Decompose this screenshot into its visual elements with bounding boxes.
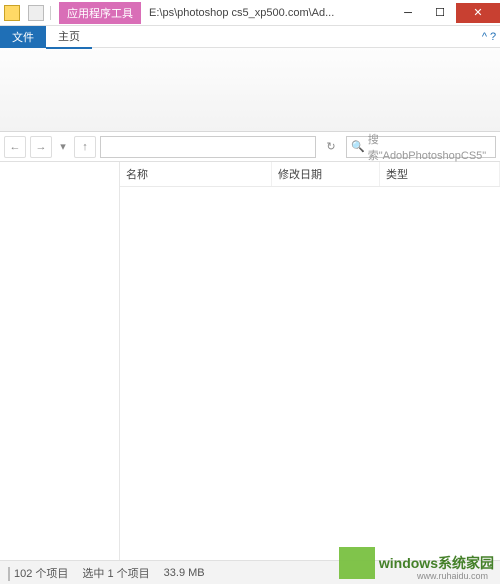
search-placeholder: 搜索"AdobPhotoshopCS5": [368, 131, 491, 163]
statusbar: 102 个项目 选中 1 个项目 33.9 MB: [0, 560, 500, 584]
app-icon: [28, 5, 44, 21]
item-count: 102 个项目: [8, 565, 68, 581]
search-icon: 🔍: [351, 140, 365, 153]
forward-button[interactable]: →: [30, 136, 52, 158]
file-tab[interactable]: 文件: [0, 26, 46, 48]
folder-icon: [4, 5, 20, 21]
col-type[interactable]: 类型: [380, 162, 500, 186]
help-button[interactable]: ^ ?: [478, 31, 500, 43]
back-button[interactable]: ←: [4, 136, 26, 158]
refresh-button[interactable]: ↻: [320, 136, 342, 158]
context-tab: 应用程序工具: [59, 2, 141, 24]
titlebar: 应用程序工具 E:\ps\photoshop cs5_xp500.com\Ad.…: [0, 0, 500, 26]
col-name[interactable]: 名称: [120, 162, 272, 186]
minimize-button[interactable]: ─: [392, 3, 424, 23]
menubar: 文件 主页 ^ ?: [0, 26, 500, 48]
maximize-button[interactable]: ☐: [424, 3, 456, 23]
sidebar: [0, 162, 120, 560]
file-list: 名称 修改日期 类型: [120, 162, 500, 560]
up-button[interactable]: ↑: [74, 136, 96, 158]
menu-tab-0[interactable]: 主页: [46, 25, 92, 49]
window-title: E:\ps\photoshop cs5_xp500.com\Ad...: [141, 7, 392, 19]
file-rows: [120, 187, 500, 560]
selection-size: 33.9 MB: [164, 567, 205, 579]
selection-status: 选中 1 个项目: [82, 565, 149, 581]
separator: [50, 6, 51, 20]
recent-button[interactable]: ▾: [56, 136, 70, 158]
ribbon: [0, 48, 500, 132]
close-button[interactable]: ✕: [456, 3, 500, 23]
column-headers: 名称 修改日期 类型: [120, 162, 500, 187]
body: 名称 修改日期 类型: [0, 162, 500, 560]
breadcrumb[interactable]: [100, 136, 316, 158]
navbar: ← → ▾ ↑ ↻ 🔍 搜索"AdobPhotoshopCS5": [0, 132, 500, 162]
col-date[interactable]: 修改日期: [272, 162, 380, 186]
search-input[interactable]: 🔍 搜索"AdobPhotoshopCS5": [346, 136, 496, 158]
